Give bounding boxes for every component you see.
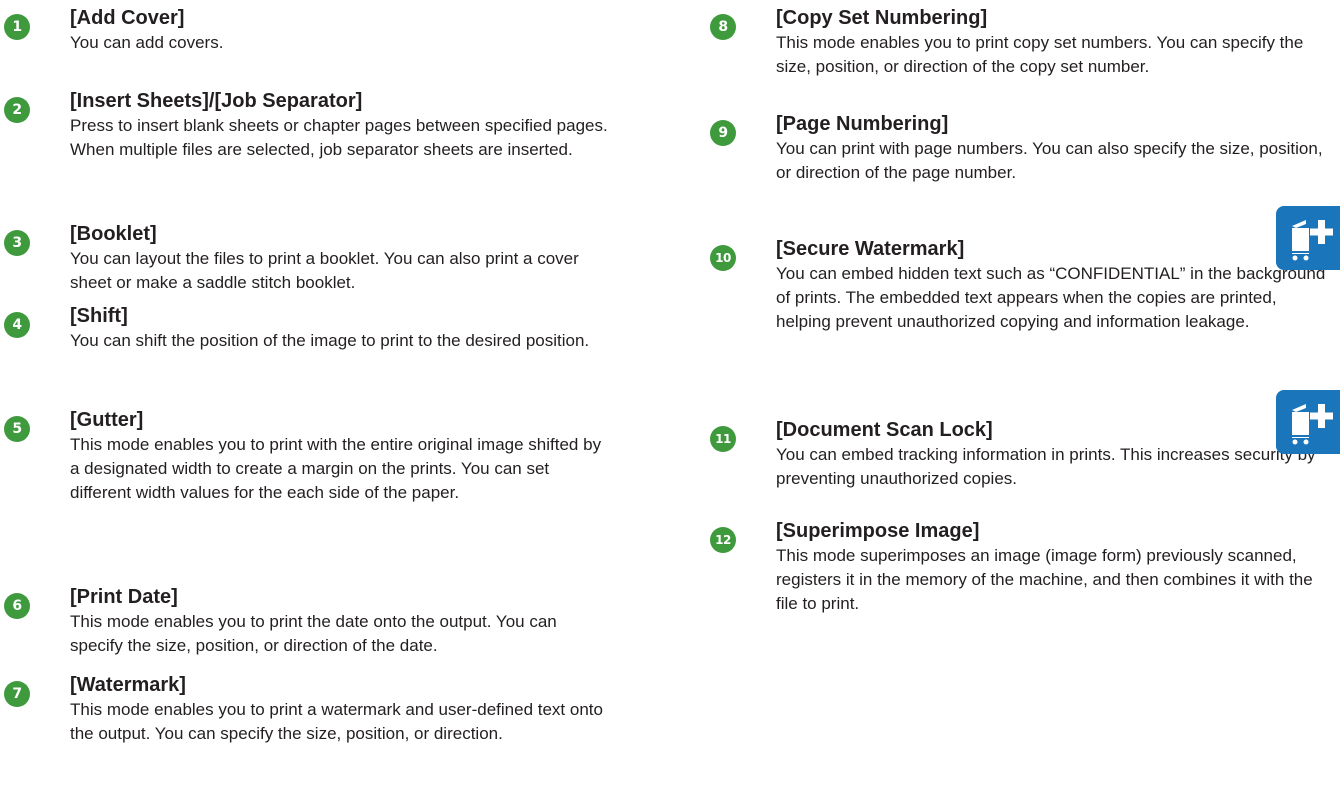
- item-number-badge: 5: [4, 416, 30, 442]
- item-title: [Document Scan Lock]: [776, 419, 993, 441]
- item-description: You can add covers.: [70, 33, 224, 52]
- optional-machine-add-icon: [1276, 390, 1340, 454]
- item-description: Press to insert blank sheets or chapter …: [70, 116, 608, 159]
- item-description: You can print with page numbers. You can…: [776, 139, 1323, 182]
- item-title: [Gutter]: [70, 409, 144, 431]
- item-description: You can embed hidden text such as “CONFI…: [776, 264, 1326, 331]
- item-number-badge: 4: [4, 312, 30, 338]
- item-number-badge: 3: [4, 230, 30, 256]
- item-title: [Superimpose Image]: [776, 520, 980, 542]
- item-description: This mode enables you to print with the …: [70, 435, 602, 502]
- item-number-badge: 10: [710, 245, 736, 271]
- item-number-badge: 9: [710, 120, 736, 146]
- item-title: [Print Date]: [70, 586, 178, 608]
- item-title: [Secure Watermark]: [776, 238, 965, 260]
- item-description: You can embed tracking information in pr…: [776, 445, 1316, 488]
- item-title: [Booklet]: [70, 223, 157, 245]
- item-title: [Watermark]: [70, 674, 186, 696]
- item-title: [Page Numbering]: [776, 113, 949, 135]
- item-number-badge: 8: [710, 14, 736, 40]
- item-description: You can shift the position of the image …: [70, 331, 590, 350]
- item-title: [Copy Set Numbering]: [776, 7, 988, 29]
- item-number-badge: 11: [710, 426, 736, 452]
- item-title: [Insert Sheets]/[Job Separator]: [70, 90, 363, 112]
- item-number-badge: 7: [4, 681, 30, 707]
- item-title: [Shift]: [70, 305, 128, 327]
- item-description: This mode superimposes an image (image f…: [776, 546, 1313, 613]
- item-title: [Add Cover]: [70, 7, 185, 29]
- optional-machine-add-icon: [1276, 206, 1340, 270]
- item-number-badge: 12: [710, 527, 736, 553]
- item-number-badge: 2: [4, 97, 30, 123]
- item-description: This mode enables you to print copy set …: [776, 33, 1304, 76]
- item-description: You can layout the files to print a book…: [70, 249, 579, 292]
- item-number-badge: 1: [4, 14, 30, 40]
- item-description: This mode enables you to print the date …: [70, 612, 557, 655]
- item-number-badge: 6: [4, 593, 30, 619]
- item-description: This mode enables you to print a waterma…: [70, 700, 603, 743]
